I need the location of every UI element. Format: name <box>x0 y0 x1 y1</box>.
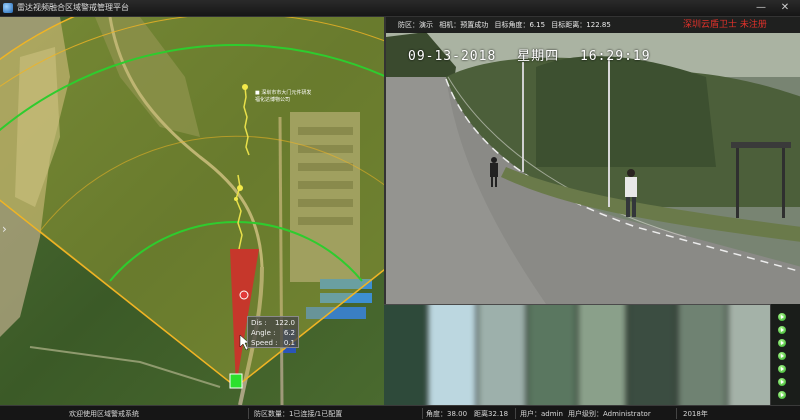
poi-line-2: 福化达博物公司 <box>255 97 291 103</box>
status-bar: 欢迎使用区域警戒系统 防区数量：1已连接/1已配置 角度：38.00 距离32.… <box>0 405 800 420</box>
lamp-pole-1 <box>608 57 610 207</box>
bus-stop-post-2 <box>782 148 785 218</box>
status-separator <box>422 408 423 419</box>
blur-block <box>384 305 426 405</box>
osd-time: 16:29:19 <box>579 49 651 64</box>
radar-map[interactable]: ■ 深圳市市大门元件研发 福化达博物公司 › Dis : 122.0 Angle… <box>0 17 384 405</box>
status-date: 2018年 <box>683 410 708 418</box>
tooltip-distance-row: Dis : 122.0 <box>251 318 295 328</box>
play-event-button[interactable] <box>778 365 786 373</box>
tooltip-speed-value: 0.1 <box>283 339 295 347</box>
app-logo-icon <box>3 3 13 13</box>
tooltip-distance-label: Dis : <box>251 319 267 327</box>
expand-panel-arrow-icon[interactable]: › <box>2 222 7 236</box>
radar-device-icon[interactable] <box>229 373 243 389</box>
target-angle: 目标角度：6.15 <box>494 21 546 29</box>
map-poi-label: ■ 深圳市市大门元件研发 福化达博物公司 <box>255 90 311 104</box>
play-event-button[interactable] <box>778 352 786 360</box>
status-user-level: 用户级别：Administrator <box>568 410 651 418</box>
status-angle: 角度：38.00 <box>426 410 468 418</box>
tooltip-speed-row: Speed : 0.1 <box>251 338 295 348</box>
status-separator <box>248 408 249 419</box>
play-event-button[interactable] <box>778 326 786 334</box>
blur-block <box>528 305 576 405</box>
status-distance: 距离32.18 <box>474 410 509 418</box>
satellite-map-graphic[interactable] <box>0 17 384 405</box>
trees-mid <box>536 56 716 168</box>
tooltip-angle-value: 6.2 <box>283 329 295 337</box>
tooltip-angle-label: Angle : <box>251 329 276 337</box>
tooltip-angle-row: Angle : 6.2 <box>251 328 295 338</box>
event-list-action-rail <box>770 304 800 405</box>
blur-block <box>428 305 476 405</box>
osd-weekday: 星期四 <box>517 49 560 64</box>
camera-status: 相机：预置成功 <box>439 21 489 29</box>
status-separator <box>515 408 516 419</box>
play-event-button[interactable] <box>778 378 786 386</box>
poi-line-1: ■ 深圳市市大门元件研发 <box>255 90 312 96</box>
camera-status-info: 防区：演示 相机：预置成功 目标角度：6.15 目标距离：122.85 <box>398 20 615 30</box>
track-2-point <box>234 197 238 201</box>
status-user: 用户：admin <box>520 410 563 418</box>
play-event-button[interactable] <box>778 313 786 321</box>
lamp-pole-2 <box>522 62 524 172</box>
target-marker[interactable] <box>239 290 249 300</box>
blurred-content <box>384 305 770 405</box>
event-list-blurred[interactable] <box>384 304 770 405</box>
play-event-button[interactable] <box>778 339 786 347</box>
unregistered-watermark: 深圳云盾卫士 未注册 <box>683 20 767 30</box>
target-tooltip: Dis : 122.0 Angle : 6.2 Speed : 0.1 <box>247 316 299 348</box>
window-controls: — ✕ <box>752 2 794 14</box>
target-distance: 目标距离：122.85 <box>551 21 611 29</box>
blur-block <box>678 305 726 405</box>
track-1-head <box>242 84 248 90</box>
status-welcome: 欢迎使用区域警戒系统 <box>69 410 139 418</box>
window-title: 雷达视频融合区域警戒管理平台 <box>17 3 129 12</box>
blur-block <box>578 305 626 405</box>
tooltip-distance-value: 122.0 <box>274 319 295 327</box>
close-button[interactable]: ✕ <box>776 2 794 14</box>
bus-stop-roof <box>731 142 791 148</box>
blur-block <box>728 305 770 405</box>
status-separator <box>676 408 677 419</box>
minimize-button[interactable]: — <box>752 2 770 14</box>
blur-block <box>628 305 676 405</box>
camera-osd-datetime: 09-13-2018 星期四 16:29:19 <box>408 45 663 64</box>
tooltip-speed-label: Speed : <box>251 339 278 347</box>
blur-block <box>478 305 526 405</box>
app-window: 雷达视频融合区域警戒管理平台 — ✕ 深圳云盾卫士 未注册 ■ 深圳市市大门元件… <box>0 0 800 420</box>
camera-video-panel[interactable]: 防区：演示 相机：预置成功 目标角度：6.15 目标距离：122.85 09-1… <box>384 17 800 304</box>
play-event-button[interactable] <box>778 391 786 399</box>
track-2-head <box>237 185 243 191</box>
bus-stop-post-1 <box>736 148 739 218</box>
title-bar[interactable]: 雷达视频融合区域警戒管理平台 — ✕ <box>0 0 800 17</box>
osd-date: 09-13-2018 <box>408 49 497 64</box>
zone-status: 防区：演示 <box>398 21 433 29</box>
status-zone-count: 防区数量：1已连接/1已配置 <box>254 410 343 418</box>
